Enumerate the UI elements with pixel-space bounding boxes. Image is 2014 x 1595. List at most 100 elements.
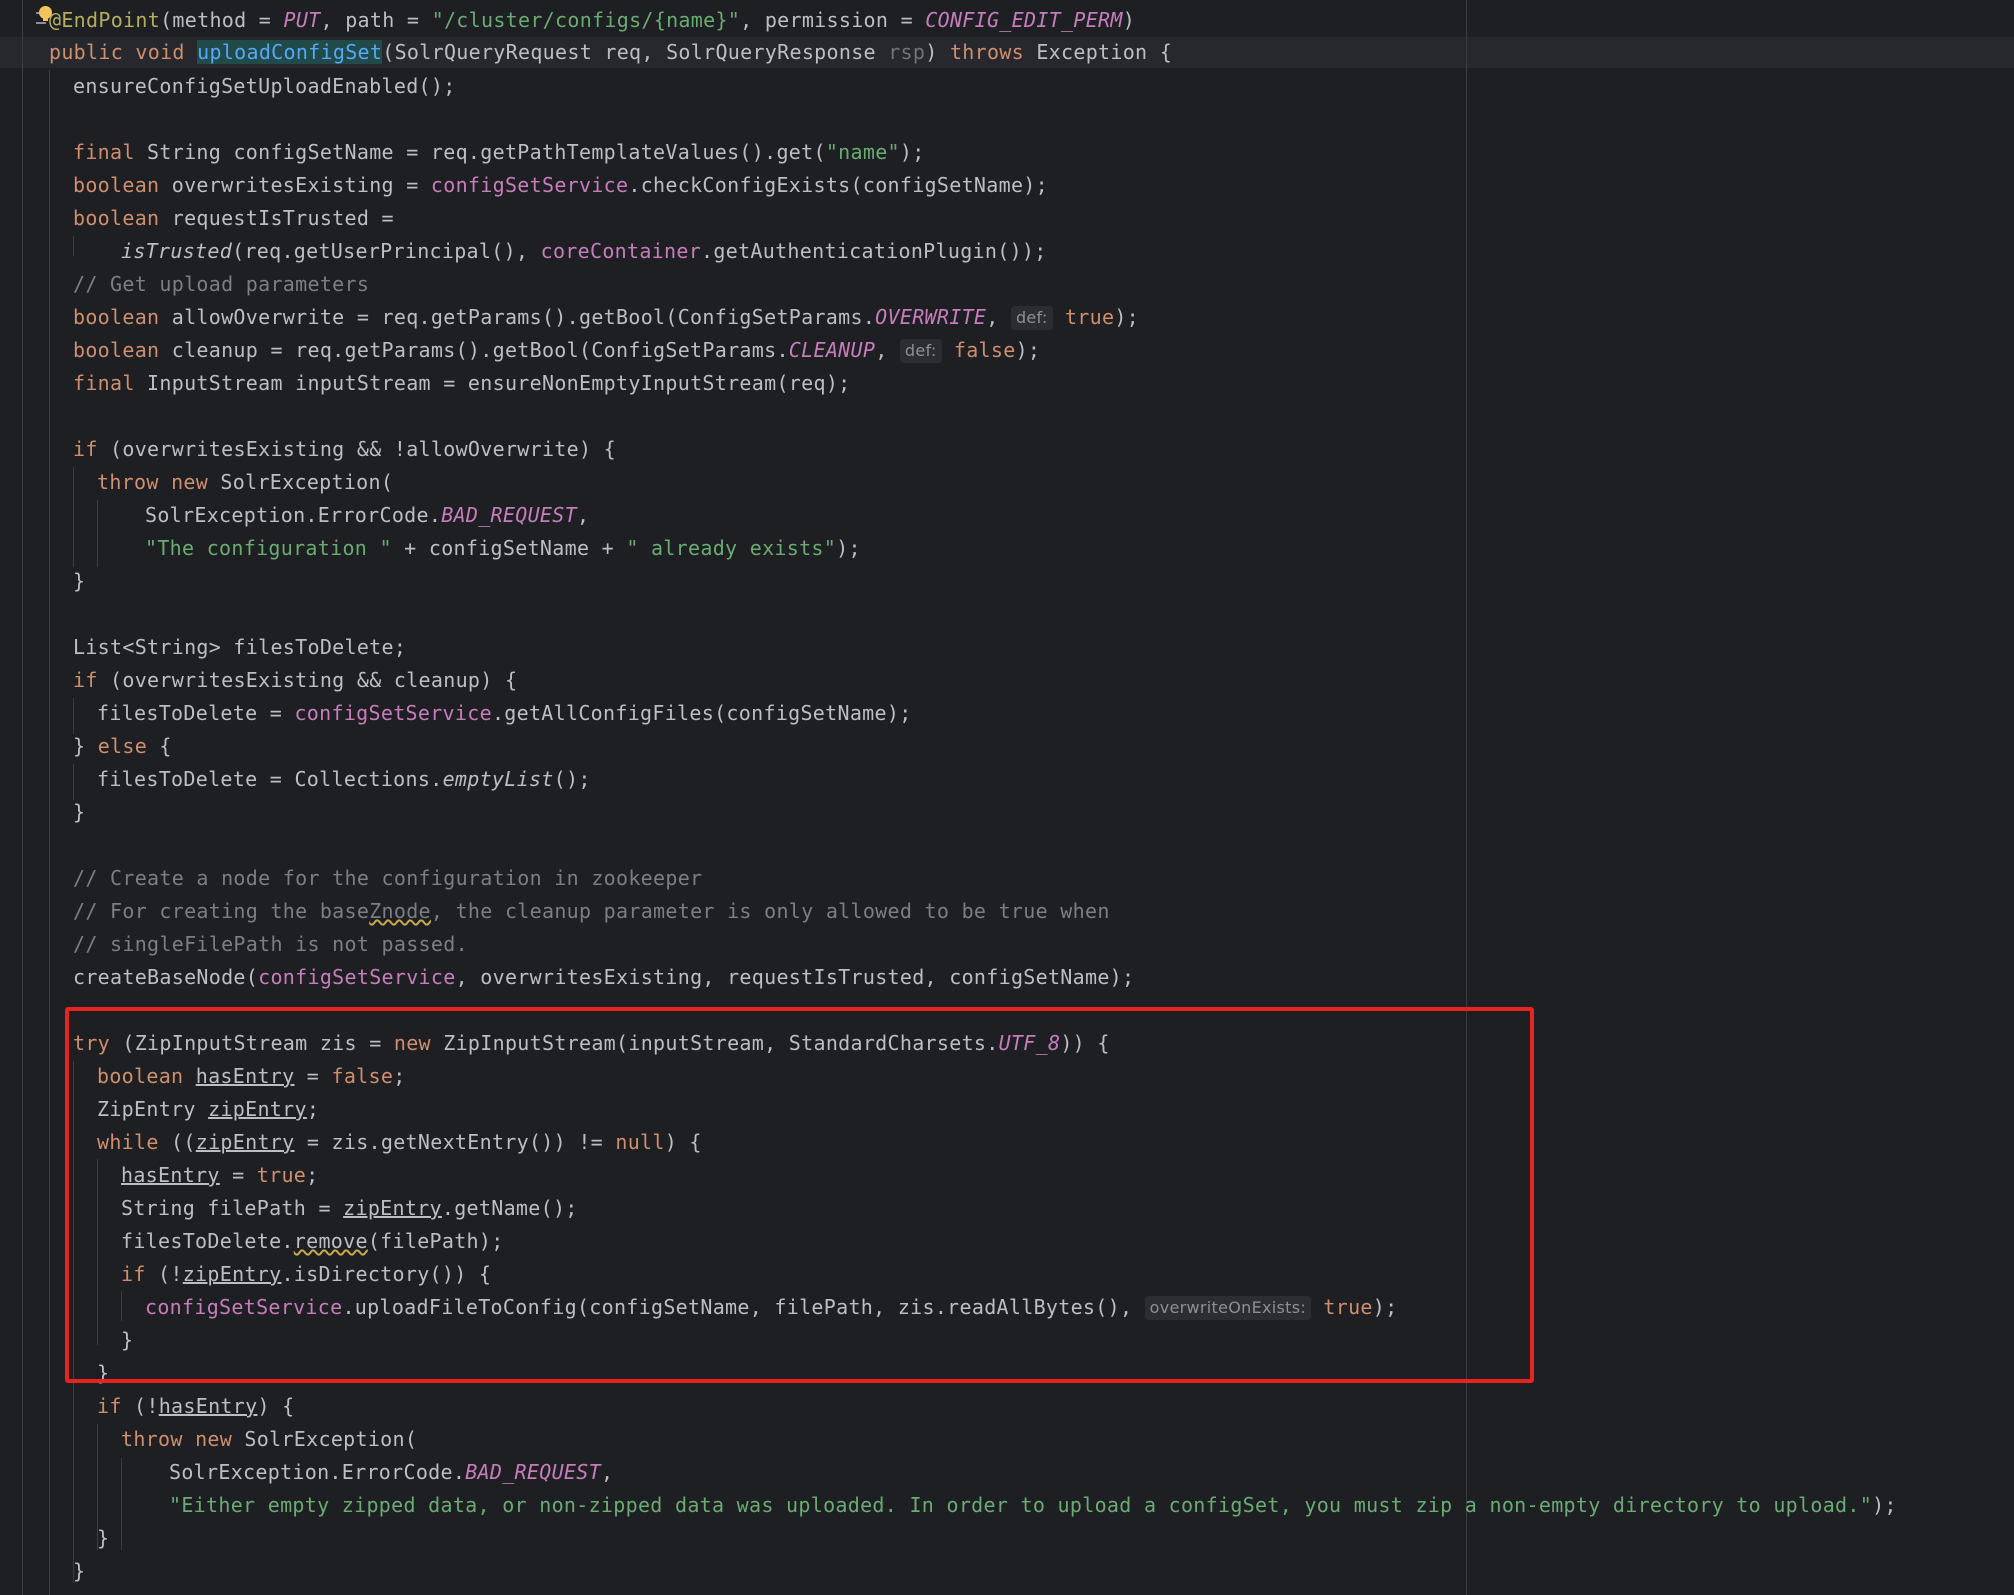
- code-token: requestIsTrusted =: [159, 206, 394, 230]
- code-token: boolean: [73, 173, 160, 197]
- code-token: createBaseNode(: [73, 965, 259, 989]
- gutter-divider: [22, 0, 23, 1595]
- code-token: }: [73, 569, 86, 593]
- code-token: }: [73, 1559, 86, 1583]
- code-token: configSetService: [430, 173, 629, 197]
- code-line[interactable]: List<String> filesToDelete;: [73, 631, 406, 664]
- code-line[interactable]: }: [97, 1522, 109, 1555]
- code-line[interactable]: isTrusted(req.getUserPrincipal(), coreCo…: [121, 235, 1047, 268]
- code-comment: // Get upload parameters: [73, 272, 370, 296]
- indent-guide: [73, 236, 74, 256]
- code-token: String configSetName = req.getPathTempla…: [134, 140, 826, 164]
- code-token: PUT: [283, 8, 321, 32]
- code-token: );: [836, 536, 861, 560]
- code-token: true: [1064, 305, 1115, 329]
- code-line[interactable]: if (overwritesExisting && cleanup) {: [73, 664, 517, 697]
- code-token: public: [49, 40, 124, 64]
- code-line[interactable]: filesToDelete = configSetService.getAllC…: [97, 697, 912, 730]
- code-line[interactable]: SolrException.ErrorCode.BAD_REQUEST,: [169, 1456, 613, 1489]
- code-token: InputStream inputStream = ensureNonEmpty…: [134, 371, 851, 395]
- code-line[interactable]: // For creating the baseZnode, the clean…: [73, 895, 1110, 928]
- code-line[interactable]: // singleFilePath is not passed.: [73, 928, 468, 961]
- code-token: configSetService: [258, 965, 456, 989]
- code-token: SolrException(: [232, 1427, 418, 1451]
- code-line[interactable]: throw new SolrException(: [97, 466, 393, 499]
- code-token: "The configuration ": [145, 536, 392, 560]
- code-line[interactable]: SolrException.ErrorCode.BAD_REQUEST,: [145, 499, 589, 532]
- code-line[interactable]: }: [73, 796, 85, 829]
- code-token: if: [97, 1394, 122, 1418]
- code-line[interactable]: ensureConfigSetUploadEnabled();: [73, 70, 456, 103]
- code-token: , overwritesExisting, requestIsTrusted, …: [455, 965, 1135, 989]
- method-name[interactable]: uploadConfigSet: [197, 40, 383, 64]
- code-token: (overwritesExisting && cleanup) {: [97, 668, 518, 692]
- code-token: throws: [949, 40, 1024, 64]
- parameter-hint: def:: [1010, 306, 1053, 330]
- code-line[interactable]: @EndPoint(method = PUT, path = "/cluster…: [49, 4, 1135, 37]
- code-line[interactable]: final String configSetName = req.getPath…: [73, 136, 925, 169]
- code-token: {: [147, 734, 172, 758]
- code-token: (method =: [160, 8, 284, 32]
- code-comment: // For creating the base: [73, 899, 370, 923]
- code-line[interactable]: if (!hasEntry) {: [97, 1390, 294, 1423]
- code-token: }: [97, 1526, 110, 1550]
- code-token: filesToDelete =: [97, 701, 295, 725]
- code-token: false: [953, 338, 1016, 362]
- code-line[interactable]: createBaseNode(configSetService, overwri…: [73, 961, 1134, 994]
- code-token: CONFIG_EDIT_PERM: [925, 8, 1123, 32]
- indent-guide: [73, 698, 74, 734]
- code-line[interactable]: throw new SolrException(: [121, 1423, 417, 1456]
- code-line[interactable]: "The configuration " + configSetName + "…: [145, 532, 861, 565]
- code-line[interactable]: boolean requestIsTrusted =: [73, 202, 394, 235]
- code-token: ): [925, 40, 950, 64]
- code-token: List<String> filesToDelete;: [73, 635, 407, 659]
- code-token: );: [1872, 1493, 1897, 1517]
- code-line[interactable]: // Get upload parameters: [73, 268, 369, 301]
- code-token: SolrException.ErrorCode.: [169, 1460, 466, 1484]
- code-line[interactable]: public void uploadConfigSet(SolrQueryReq…: [49, 36, 1172, 69]
- code-token: cleanup = req.getParams().getBool(Config…: [159, 338, 789, 362]
- code-token: coreContainer: [540, 239, 702, 263]
- code-editor[interactable]: @EndPoint(method = PUT, path = "/cluster…: [0, 0, 2014, 1595]
- code-token: new: [171, 470, 209, 494]
- code-token: overwritesExisting =: [159, 173, 431, 197]
- code-token: void: [135, 40, 185, 64]
- code-line[interactable]: }: [73, 565, 85, 598]
- code-token: ) {: [257, 1394, 295, 1418]
- code-token: ): [1122, 8, 1136, 32]
- code-token: allowOverwrite = req.getParams().getBool…: [159, 305, 876, 329]
- code-line[interactable]: } else {: [73, 730, 172, 763]
- code-token: OVERWRITE: [875, 305, 987, 329]
- code-line[interactable]: boolean cleanup = req.getParams().getBoo…: [73, 334, 1040, 367]
- code-token: throw: [97, 470, 159, 494]
- code-line[interactable]: final InputStream inputStream = ensureNo…: [73, 367, 851, 400]
- code-line[interactable]: boolean allowOverwrite = req.getParams()…: [73, 301, 1139, 334]
- code-line[interactable]: "Either empty zipped data, or non-zipped…: [169, 1489, 1897, 1522]
- code-token: else: [97, 734, 148, 758]
- code-token: );: [899, 140, 925, 164]
- code-token: (!: [121, 1394, 159, 1418]
- code-token: isTrusted: [121, 239, 233, 263]
- code-token: if: [73, 668, 98, 692]
- code-token: BAD_REQUEST: [441, 503, 577, 527]
- code-line[interactable]: // Create a node for the configuration i…: [73, 862, 702, 895]
- code-token: CLEANUP: [788, 338, 876, 362]
- code-token: }: [73, 800, 86, 824]
- code-token: boolean: [73, 338, 160, 362]
- code-token: "Either empty zipped data, or non-zipped…: [169, 1493, 1873, 1517]
- code-token: emptyList: [442, 767, 554, 791]
- code-line[interactable]: boolean overwritesExisting = configSetSe…: [73, 169, 1048, 202]
- code-line[interactable]: filesToDelete = Collections.emptyList();: [97, 763, 591, 796]
- code-token: ();: [553, 767, 591, 791]
- code-token: );: [1015, 338, 1041, 362]
- code-line[interactable]: if (overwritesExisting && !allowOverwrit…: [73, 433, 616, 466]
- parameter-hint: def:: [899, 339, 942, 363]
- code-token: BAD_REQUEST: [465, 1460, 601, 1484]
- code-token: configSetService: [294, 701, 492, 725]
- code-line[interactable]: }: [73, 1555, 85, 1588]
